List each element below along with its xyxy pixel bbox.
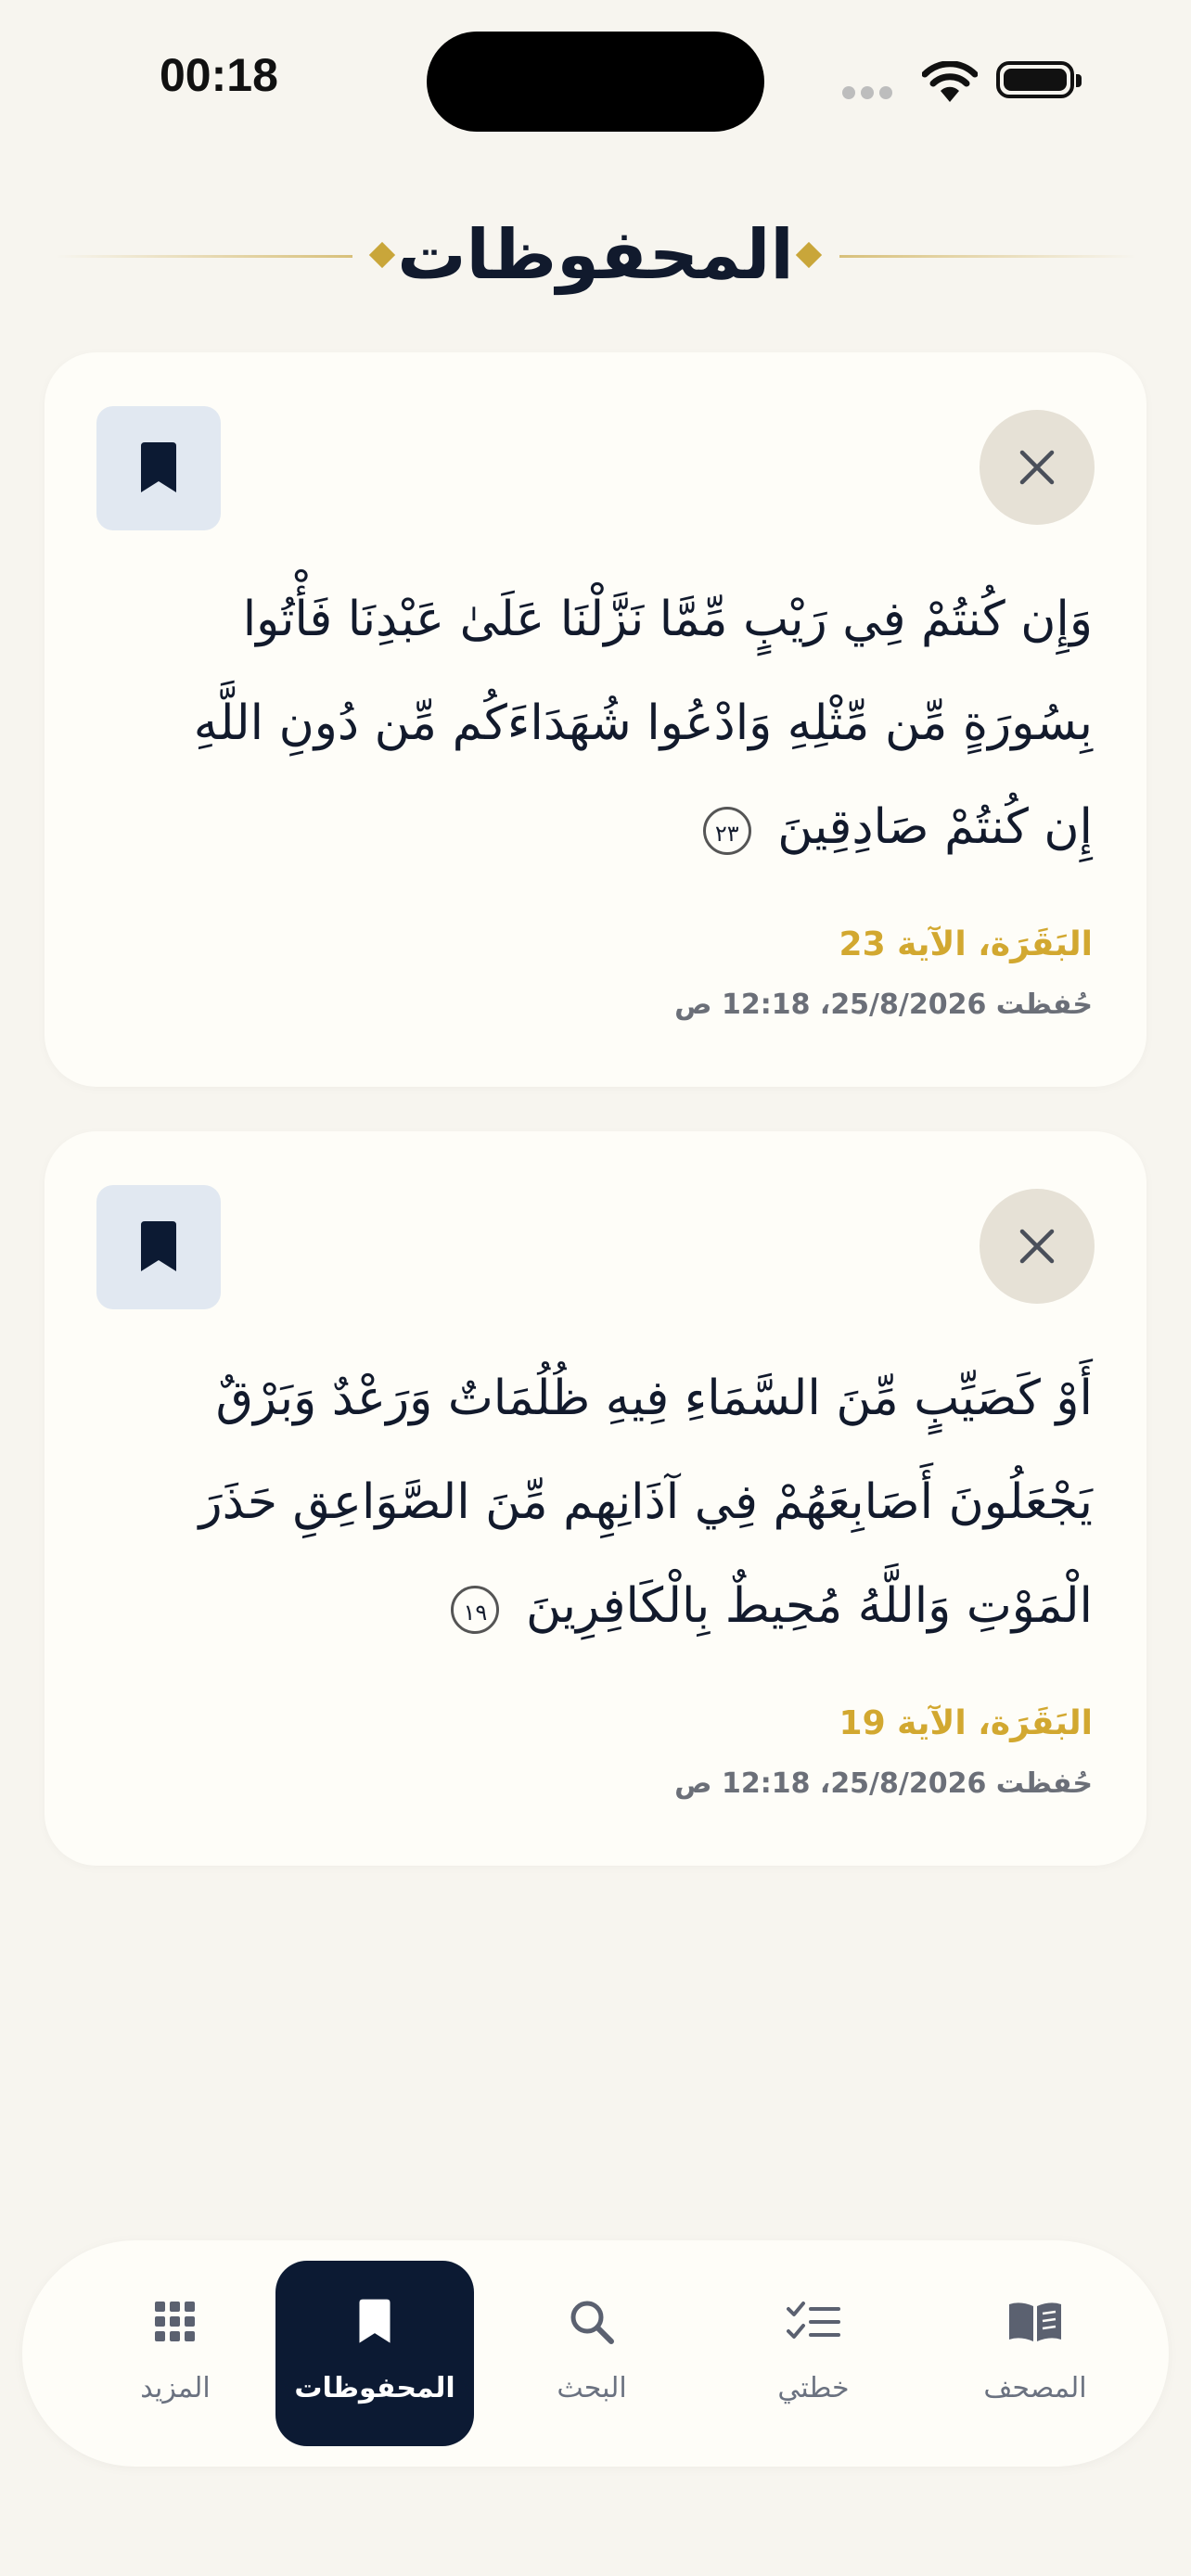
tab-label: خطتي xyxy=(777,2372,850,2404)
tab-label: المصحف xyxy=(983,2372,1087,2404)
tab-label: المحفوظات xyxy=(294,2372,455,2404)
verse-reference: البَقَرَة، الآية 23 xyxy=(839,925,1093,963)
header-divider-left xyxy=(56,255,352,258)
tab-bookmarks[interactable]: المحفوظات xyxy=(275,2261,474,2446)
page-title: المحفوظات xyxy=(397,215,794,295)
status-bar: 00:18 xyxy=(0,0,1191,158)
bookmark-icon xyxy=(141,1221,176,1271)
search-icon xyxy=(570,2301,614,2344)
remove-bookmark-button[interactable] xyxy=(980,1189,1095,1304)
grid-icon xyxy=(155,2302,195,2341)
tab-label: المزيد xyxy=(140,2372,211,2404)
ayah-number-marker: ١٩ xyxy=(451,1585,500,1634)
tab-my-plan[interactable]: خطتي xyxy=(714,2261,913,2446)
bookmark-card[interactable]: أَوْ كَصَيِّبٍ مِّنَ السَّمَاءِ فِيهِ ظُ… xyxy=(45,1131,1146,1866)
saved-timestamp: حُفظت 25/8/2026، 12:18 ص xyxy=(674,1767,1093,1800)
verse-body: أَوْ كَصَيِّبٍ مِّنَ السَّمَاءِ فِيهِ ظُ… xyxy=(198,1371,1093,1634)
bookmark-button[interactable] xyxy=(96,406,221,530)
close-icon xyxy=(1019,1229,1055,1264)
bookmark-icon xyxy=(141,442,176,492)
bookmark-card[interactable]: وَإِن كُنتُمْ فِي رَيْبٍ مِّمَّا نَزَّلْ… xyxy=(45,352,1146,1087)
dynamic-island xyxy=(427,32,764,132)
verse-text: وَإِن كُنتُمْ فِي رَيْبٍ مِّمَّا نَزَّلْ… xyxy=(147,567,1093,879)
header-divider-right xyxy=(839,255,1136,258)
verse-text: أَوْ كَصَيِّبٍ مِّنَ السَّمَاءِ فِيهِ ظُ… xyxy=(147,1346,1093,1658)
tab-label: البحث xyxy=(557,2372,627,2404)
book-icon xyxy=(1009,2302,1061,2341)
checklist-icon xyxy=(787,2302,840,2339)
close-icon xyxy=(1019,450,1055,485)
saved-timestamp: حُفظت 25/8/2026، 12:18 ص xyxy=(674,988,1093,1021)
ayah-number-marker: ٢٣ xyxy=(702,806,751,855)
remove-bookmark-button[interactable] xyxy=(980,410,1095,525)
tab-search[interactable]: البحث xyxy=(493,2261,691,2446)
tab-mushaf[interactable]: المصحف xyxy=(936,2261,1134,2446)
battery-icon xyxy=(996,61,1082,98)
bottom-tab-bar: المزيد المحفوظات البحث خطتي المصحف xyxy=(22,2240,1169,2467)
page-header: المحفوظات xyxy=(0,199,1191,311)
tab-more[interactable]: المزيد xyxy=(76,2261,275,2446)
bookmark-icon xyxy=(359,2299,391,2343)
verse-reference: البَقَرَة، الآية 19 xyxy=(839,1704,1093,1742)
verse-body: وَإِن كُنتُمْ فِي رَيْبٍ مِّمَّا نَزَّلْ… xyxy=(193,592,1093,855)
wifi-icon xyxy=(922,61,978,102)
signal-icon xyxy=(842,85,898,103)
bookmark-button[interactable] xyxy=(96,1185,221,1309)
status-time: 00:18 xyxy=(160,49,278,101)
